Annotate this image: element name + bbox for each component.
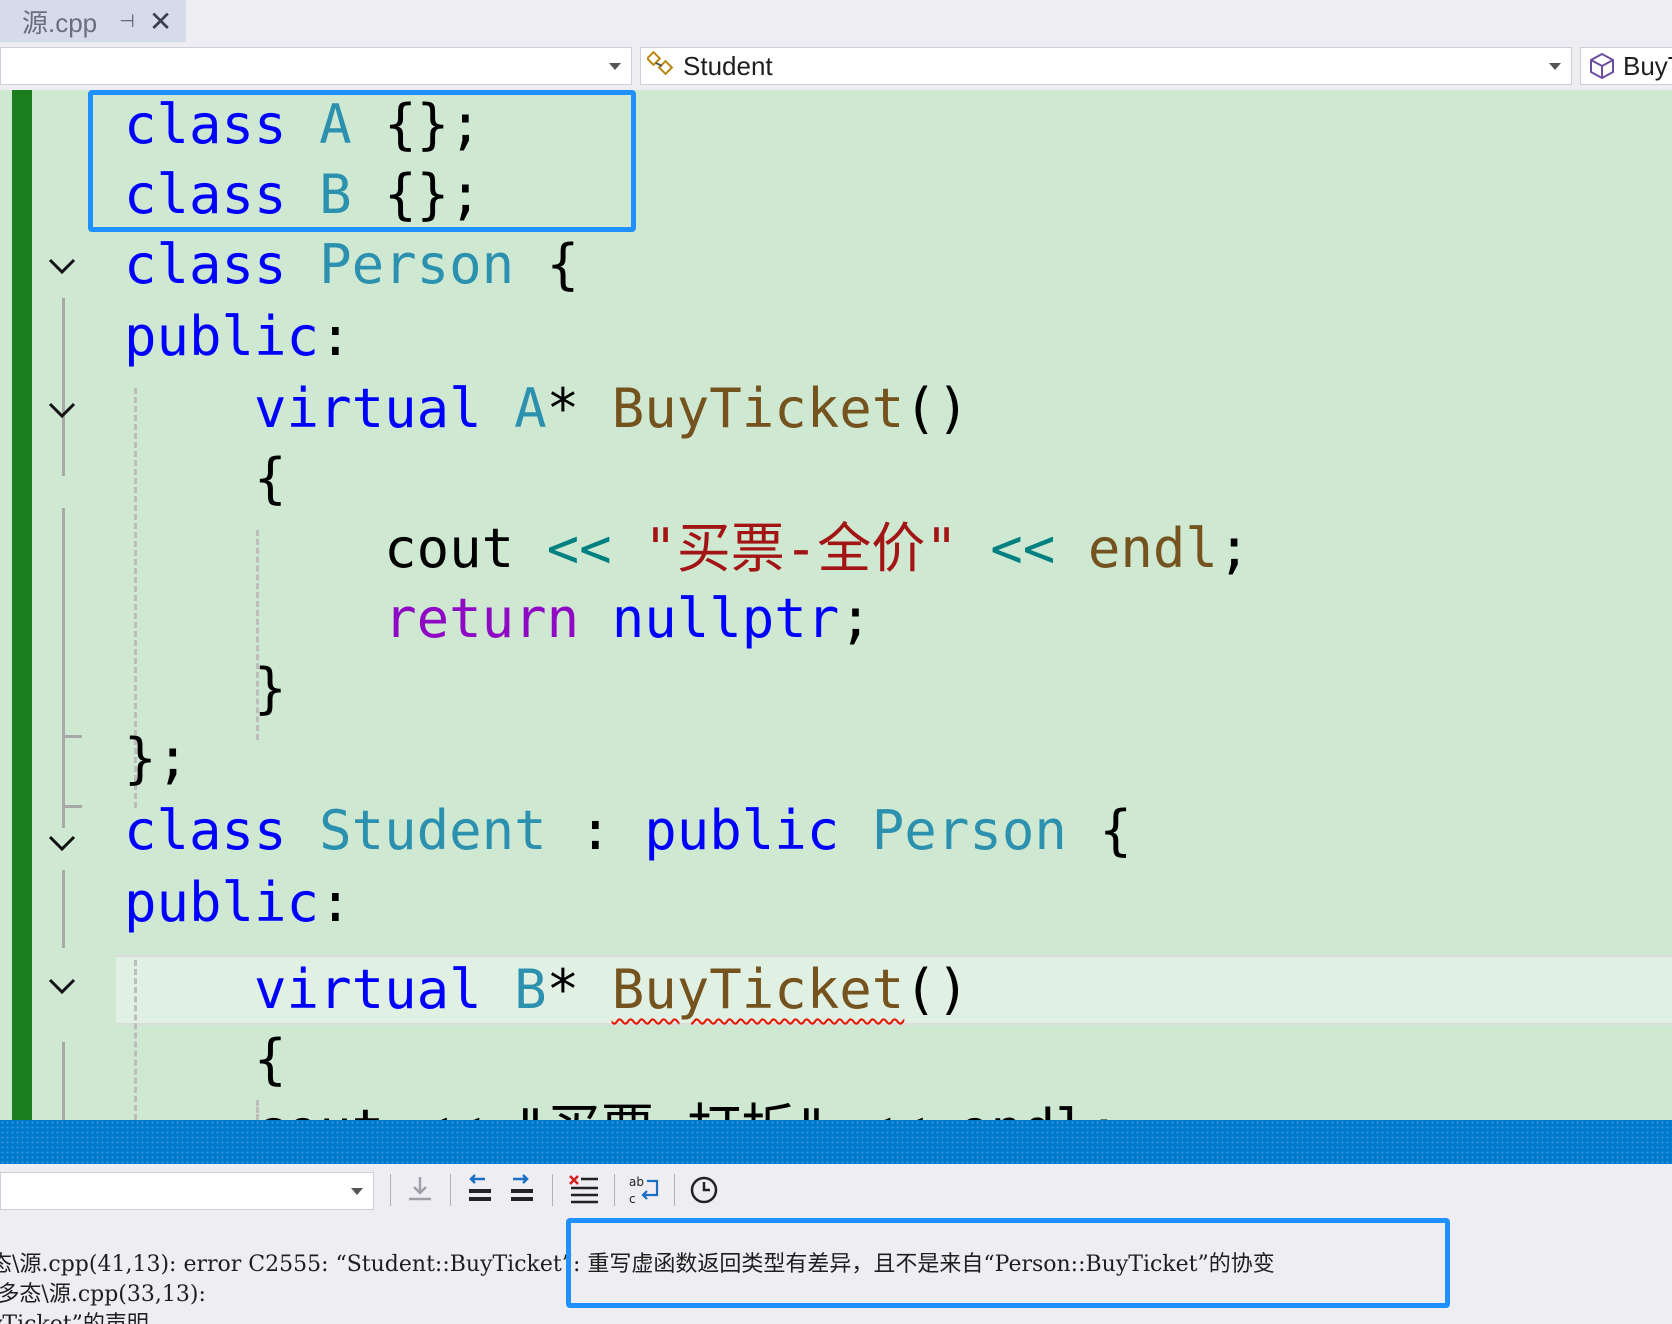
go-to-location-icon [409,1177,431,1201]
fold-chevron-icon[interactable] [44,968,80,1004]
panel-splitter[interactable] [0,1120,1672,1164]
toolbar-separator [390,1174,391,1206]
code-line-9: } [254,657,287,720]
code-line-5: virtual A* BuyTicket() [254,377,970,440]
output-source-dropdown[interactable] [0,1172,374,1210]
code-line-14: { [254,1028,287,1091]
svg-text:c: c [629,1192,636,1206]
next-message-button[interactable] [504,1172,540,1208]
code-line-15-partial: cout << "买票-打折" << endl; [124,1095,1120,1120]
toolbar-separator [614,1174,615,1206]
outline-line [62,508,65,828]
pin-icon[interactable]: ⊣ [119,11,135,32]
code-line-13: virtual B* BuyTicket() [254,958,970,1021]
code-line-11: class Student : public Person { [124,799,1132,862]
member-scope-value: BuyT [1623,50,1672,81]
code-line-10: }; [124,727,190,790]
chevron-down-icon [351,1188,363,1195]
toolbar-separator [552,1174,553,1206]
tab-title: 源.cpp [22,7,98,38]
outline-line-end [62,805,82,808]
outline-line [62,870,65,948]
error-squiggle: BuyTicket [611,958,905,1021]
code-line-8: return nullptr; [384,587,872,650]
outline-line [62,298,65,476]
fold-chevron-icon[interactable] [44,825,80,861]
tab-source-cpp[interactable]: 源.cpp ⊣ ✕ [0,0,186,42]
highlight-box-classes [88,90,636,232]
close-icon[interactable]: ✕ [149,5,172,38]
clear-all-button[interactable] [566,1172,602,1208]
code-line-4: public: [124,305,352,368]
fold-chevron-icon[interactable] [44,392,80,428]
chevron-down-icon [1549,63,1561,70]
code-line-6: { [254,447,287,510]
word-wrap-icon: ab c [629,1175,659,1206]
class-icon [647,51,674,76]
word-wrap-button[interactable]: ab c [626,1172,662,1208]
code-line-3: class Person { [124,233,580,296]
output-line-2: \多态\源.cpp(33,13): [0,1282,206,1307]
fold-chevron-icon[interactable] [44,248,80,284]
change-tracking-bar [12,90,32,1120]
timestamp-button[interactable] [686,1172,722,1208]
outline-line [62,1042,65,1120]
navigation-bar: Student BuyT [0,42,1672,90]
next-message-icon [511,1174,533,1201]
code-line-12: public: [124,871,352,934]
member-scope-dropdown[interactable]: BuyT [1580,47,1672,85]
svg-text:ab: ab [629,1175,644,1189]
go-to-location-button[interactable] [402,1172,438,1208]
highlight-box-error [566,1218,1450,1308]
project-scope-dropdown[interactable] [0,47,632,85]
document-tab-bar: 源.cpp ⊣ ✕ [0,0,1672,42]
clear-all-icon [569,1175,598,1204]
class-scope-value: Student [683,50,773,81]
output-line-3: yTicket”的声明 [0,1310,149,1324]
previous-message-icon [469,1174,491,1201]
chevron-down-icon [609,63,621,70]
code-editor[interactable]: class A {}; class B {}; class Person { p… [0,90,1672,1120]
code-line-7: cout << "买票-全价" << endl; [384,517,1251,580]
output-toolbar: ab c [0,1164,1672,1214]
previous-message-button[interactable] [462,1172,498,1208]
timestamp-icon [690,1176,718,1204]
toolbar-separator [450,1174,451,1206]
toolbar-separator [674,1174,675,1206]
class-scope-dropdown[interactable]: Student [640,47,1572,85]
method-icon [1590,52,1614,80]
output-panel[interactable]: 态\源.cpp(41,13): error C2555: “Student::B… [0,1214,1672,1324]
outline-line-end [62,735,82,738]
